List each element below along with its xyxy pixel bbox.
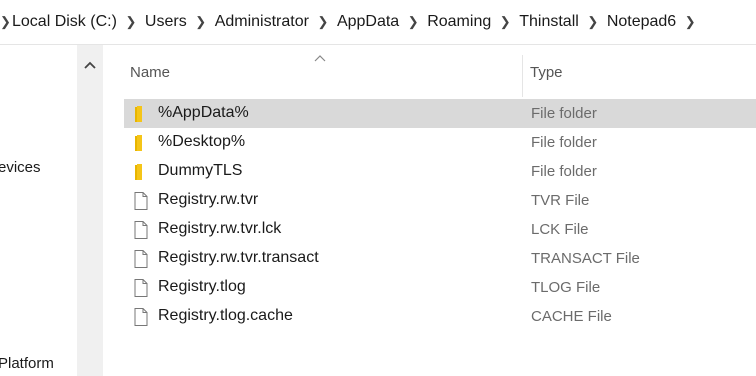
breadcrumb-item-thinstall[interactable]: Thinstall: [517, 13, 581, 31]
breadcrumb-item-local-disk[interactable]: Local Disk (C:): [10, 13, 119, 31]
folder-icon: [132, 162, 150, 182]
file-icon: [132, 249, 150, 269]
column-header-row: Name Type: [104, 45, 756, 97]
list-item[interactable]: Registry.tlog TLOG File: [124, 273, 756, 302]
file-name: %Desktop%: [158, 133, 246, 150]
breadcrumb-item-administrator[interactable]: Administrator: [213, 13, 311, 31]
file-icon: [132, 191, 150, 211]
breadcrumb: ❯ Local Disk (C:) ❯ Users ❯ Administrato…: [0, 0, 702, 44]
column-header-type[interactable]: Type: [530, 64, 563, 81]
list-item[interactable]: Registry.rw.tvr TVR File: [124, 186, 756, 215]
file-type: CACHE File: [531, 308, 612, 325]
breadcrumb-separator-icon[interactable]: ❯: [401, 14, 425, 30]
list-item[interactable]: Registry.rw.tvr.lck LCK File: [124, 215, 756, 244]
file-name: Registry.rw.tvr.lck: [158, 220, 282, 237]
column-header-name[interactable]: Name: [130, 64, 170, 81]
file-name: Registry.rw.tvr.transact: [158, 249, 319, 266]
file-name: Registry.tlog.cache: [158, 307, 293, 324]
file-name: DummyTLS: [158, 162, 243, 179]
breadcrumb-item-appdata[interactable]: AppData: [335, 13, 401, 31]
file-name: %AppData%: [158, 104, 249, 121]
folder-icon: [132, 133, 150, 153]
file-name: Registry.tlog: [158, 278, 246, 295]
file-type: LCK File: [531, 221, 589, 238]
nav-item-devices[interactable]: evices: [0, 159, 41, 176]
folder-icon: [132, 104, 150, 124]
list-item[interactable]: Registry.rw.tvr.transact TRANSACT File: [124, 244, 756, 273]
breadcrumb-separator-icon[interactable]: ❯: [119, 14, 143, 30]
file-name: Registry.rw.tvr: [158, 191, 259, 208]
file-type: File folder: [531, 134, 597, 151]
scroll-up-icon[interactable]: [77, 50, 103, 80]
list-item[interactable]: DummyTLS File folder: [124, 157, 756, 186]
nav-item-platform[interactable]: Platform: [0, 355, 54, 372]
file-icon: [132, 278, 150, 298]
file-type: TLOG File: [531, 279, 601, 296]
breadcrumb-separator-icon[interactable]: ❯: [311, 14, 335, 30]
file-type: File folder: [531, 105, 597, 122]
breadcrumb-item-users[interactable]: Users: [143, 13, 189, 31]
breadcrumb-separator-icon[interactable]: ❯: [493, 14, 517, 30]
breadcrumb-separator-icon[interactable]: ❯: [0, 14, 11, 30]
file-icon: [132, 307, 150, 327]
breadcrumb-separator-icon[interactable]: ❯: [581, 14, 605, 30]
file-type: TRANSACT File: [531, 250, 640, 267]
list-item[interactable]: %Desktop% File folder: [124, 128, 756, 157]
list-item[interactable]: %AppData% File folder: [124, 99, 756, 128]
list-item[interactable]: Registry.tlog.cache CACHE File: [124, 302, 756, 331]
breadcrumb-separator-icon[interactable]: ❯: [678, 14, 702, 30]
file-type: File folder: [531, 163, 597, 180]
column-divider[interactable]: [522, 55, 523, 97]
address-bar[interactable]: ❯ Local Disk (C:) ❯ Users ❯ Administrato…: [0, 0, 756, 45]
breadcrumb-separator-icon[interactable]: ❯: [189, 14, 213, 30]
breadcrumb-item-roaming[interactable]: Roaming: [425, 13, 493, 31]
file-type: TVR File: [531, 192, 590, 209]
nav-scrollbar[interactable]: [77, 45, 103, 376]
breadcrumb-item-notepad6[interactable]: Notepad6: [605, 13, 678, 31]
sort-ascending-icon: [314, 49, 326, 67]
file-icon: [132, 220, 150, 240]
